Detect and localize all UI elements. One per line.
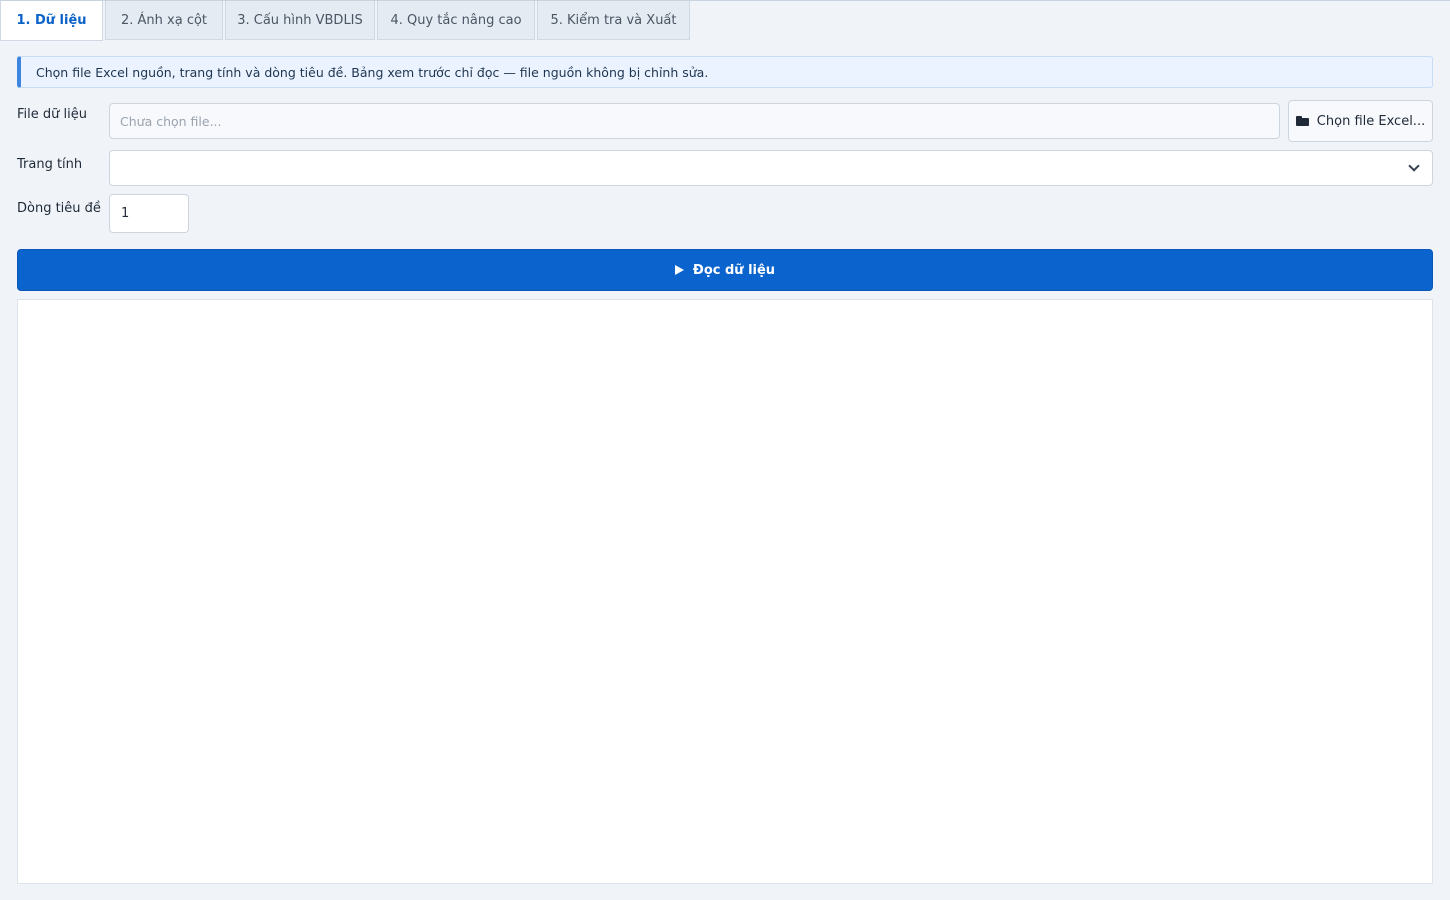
chevron-down-icon [1408, 160, 1420, 172]
file-path-field[interactable] [109, 103, 1280, 139]
header-row-label: Dòng tiêu đề [17, 201, 101, 216]
read-data-button[interactable]: Đọc dữ liệu [17, 249, 1433, 291]
sheet-select[interactable] [109, 150, 1433, 186]
file-label: File dữ liệu [17, 107, 87, 122]
choose-excel-button[interactable]: Chọn file Excel... [1288, 100, 1433, 142]
data-preview-panel[interactable] [17, 299, 1433, 884]
folder-icon [1295, 116, 1309, 126]
tab-bar: 1. Dữ liệu 2. Ánh xạ cột 3. Cấu hình VBD… [0, 1, 1450, 41]
tab-check-export[interactable]: 5. Kiểm tra và Xuất [537, 1, 690, 40]
info-banner-text: Chọn file Excel nguồn, trang tính và dòn… [36, 64, 709, 80]
app-window: 1. Dữ liệu 2. Ánh xạ cột 3. Cấu hình VBD… [0, 0, 1450, 900]
header-row-input[interactable] [109, 194, 189, 233]
choose-excel-button-label: Chọn file Excel... [1316, 113, 1426, 129]
read-data-button-label: Đọc dữ liệu [692, 262, 776, 278]
tab-advanced-rules[interactable]: 4. Quy tắc nâng cao [377, 1, 535, 40]
info-banner: Chọn file Excel nguồn, trang tính và dòn… [17, 56, 1433, 88]
tab-vbdlis-config[interactable]: 3. Cấu hình VBDLIS [225, 1, 375, 40]
play-icon [674, 265, 684, 275]
tab-column-mapping[interactable]: 2. Ánh xạ cột [105, 1, 223, 40]
tab-data[interactable]: 1. Dữ liệu [0, 1, 103, 41]
sheet-label: Trang tính [17, 157, 83, 172]
